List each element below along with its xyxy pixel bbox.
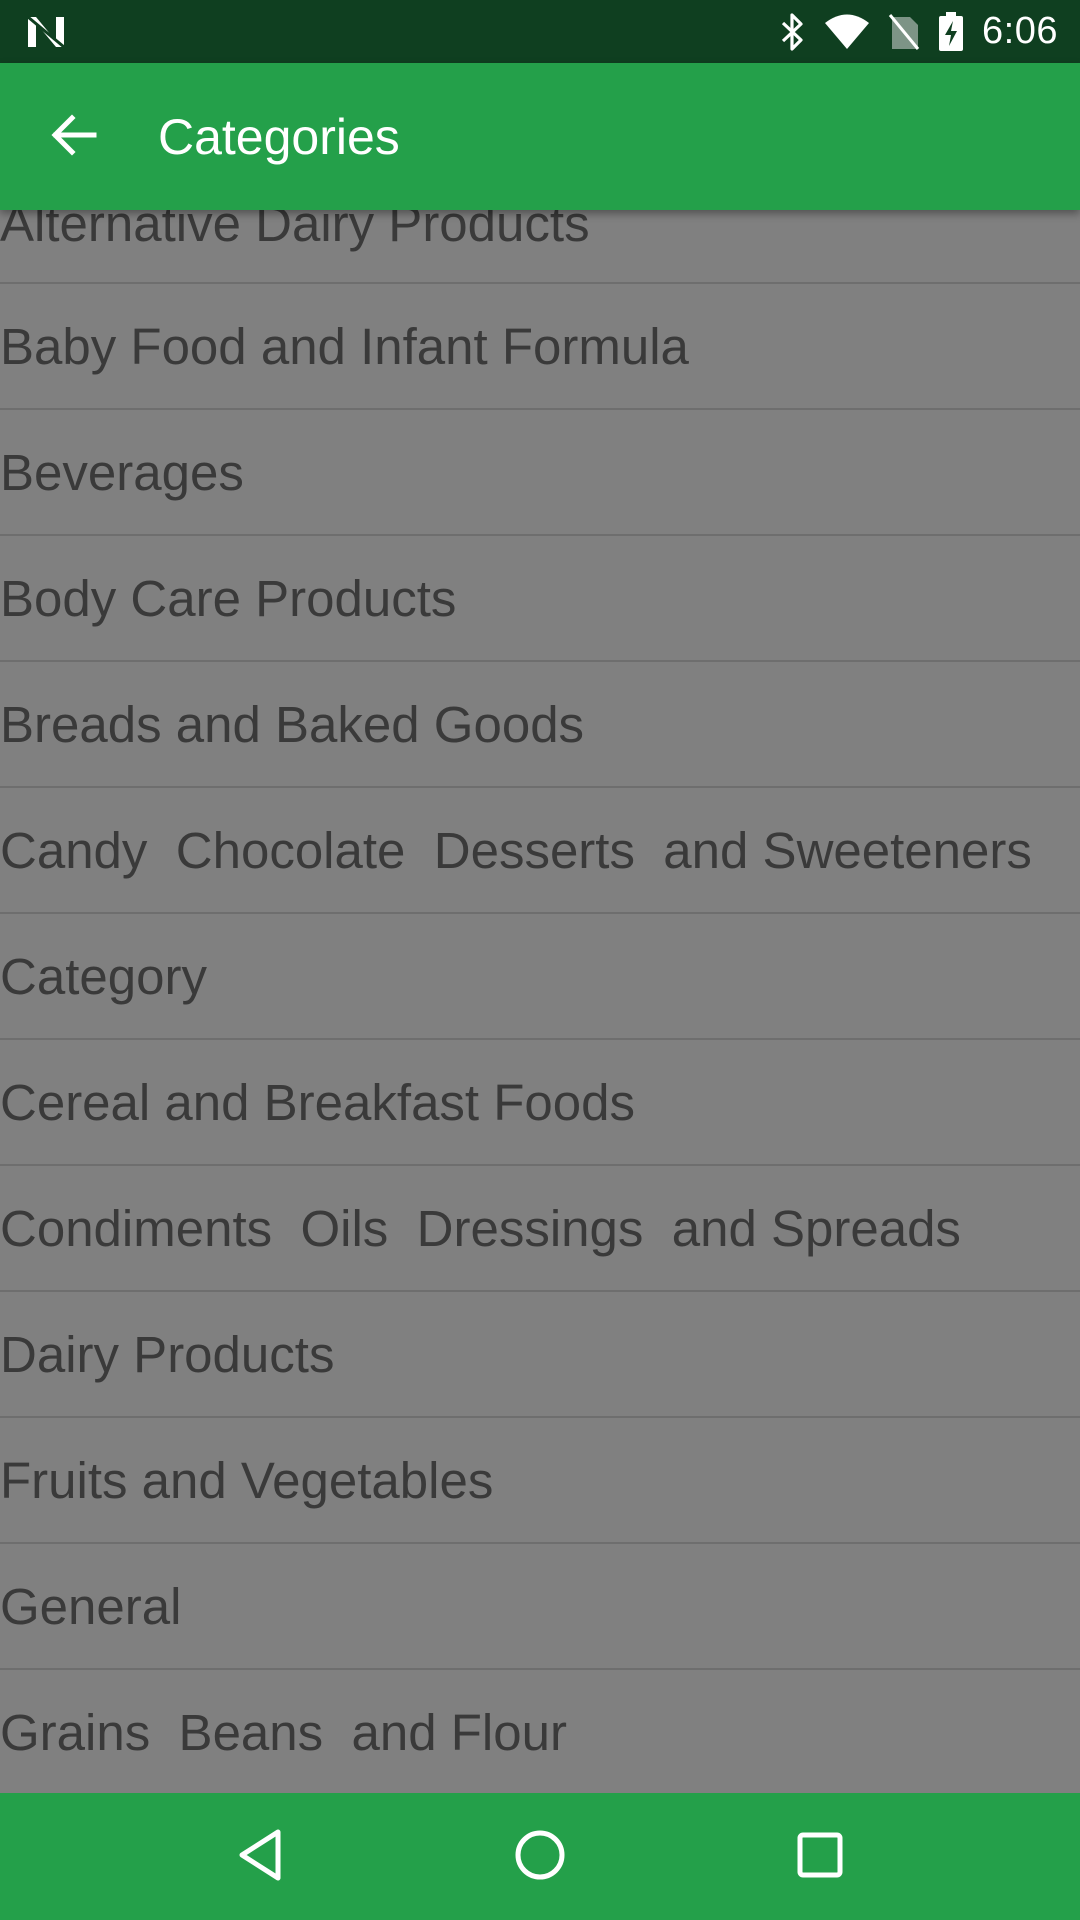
arrow-back-icon <box>50 113 98 161</box>
status-time: 6:06 <box>982 10 1058 52</box>
battery-charging-icon <box>938 11 964 52</box>
back-button[interactable] <box>0 63 148 210</box>
back-triangle-icon <box>236 1828 284 1886</box>
screen: 6:06 Categories Alternative Dairy Produc… <box>0 0 1080 1920</box>
list-item[interactable]: Cereal and Breakfast Foods <box>0 1040 1080 1166</box>
bluetooth-icon <box>780 12 806 52</box>
list-item[interactable]: Category <box>0 914 1080 1040</box>
home-circle-icon <box>513 1828 567 1886</box>
nav-recents-button[interactable] <box>760 1802 880 1912</box>
nav-home-button[interactable] <box>480 1802 600 1912</box>
list-item[interactable]: Candy Chocolate Desserts and Sweeteners <box>0 788 1080 914</box>
nav-back-button[interactable] <box>200 1802 320 1912</box>
list-item[interactable]: Body Care Products <box>0 536 1080 662</box>
no-sim-icon <box>888 13 920 51</box>
status-bar: 6:06 <box>0 0 1080 63</box>
wifi-icon <box>824 14 870 50</box>
navigation-bar <box>0 1793 1080 1920</box>
list-item[interactable]: Dairy Products <box>0 1292 1080 1418</box>
list-item[interactable]: Breads and Baked Goods <box>0 662 1080 788</box>
page-title: Categories <box>158 108 400 165</box>
list-item[interactable]: General <box>0 1544 1080 1670</box>
list-item[interactable]: Baby Food and Infant Formula <box>0 284 1080 410</box>
category-list[interactable]: Alternative Dairy Products Baby Food and… <box>0 156 1080 1793</box>
list-item[interactable]: Beverages <box>0 410 1080 536</box>
notification-n-icon <box>26 15 66 49</box>
recents-square-icon <box>795 1830 845 1884</box>
list-item[interactable]: Condiments Oils Dressings and Spreads <box>0 1166 1080 1292</box>
list-item[interactable]: Fruits and Vegetables <box>0 1418 1080 1544</box>
app-bar: Categories <box>0 63 1080 210</box>
list-item[interactable]: Grains Beans and Flour <box>0 1670 1080 1793</box>
